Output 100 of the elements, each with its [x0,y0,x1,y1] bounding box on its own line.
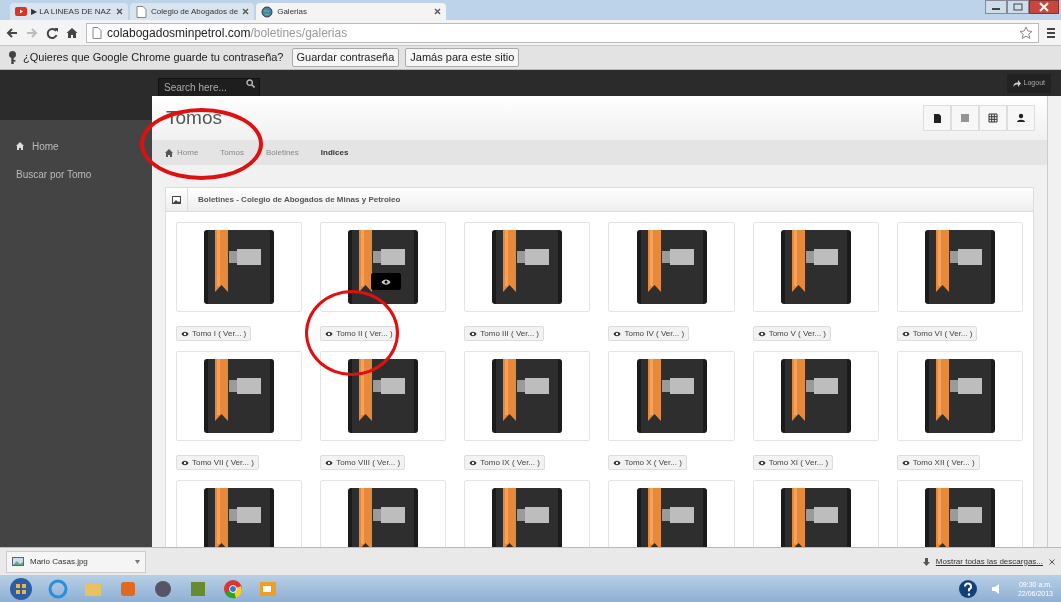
thumbnail-card[interactable] [896,480,1023,547]
thumbnail-card[interactable] [896,351,1023,441]
download-icon [922,557,930,566]
image-icon [172,195,181,204]
view-button[interactable]: Tomo XII ( Ver... ) [896,455,980,470]
view-button[interactable]: Tomo VIII ( Ver... ) [320,455,406,470]
thumbnail-card[interactable] [176,480,303,547]
book-icon [491,358,564,434]
image-file-icon [12,557,24,566]
download-item[interactable]: Mario Casas.jpg [6,550,146,573]
sidebar-item[interactable]: Buscar por Tomo [0,166,152,182]
address-bar[interactable]: colabogadosminpetrol.com/boletines/galerias [86,22,1039,43]
eye-icon [469,459,478,466]
book-icon [923,358,996,434]
close-icon[interactable] [116,8,123,15]
eye-icon [613,459,622,466]
eye-icon [181,330,189,337]
browser-tab[interactable]: ▶ LA LINEAS DE NAZ [10,3,128,20]
document-icon [932,113,942,123]
thumbnail-card[interactable] [176,351,303,441]
thumbnail-card[interactable] [320,480,447,547]
breadcrumb-link[interactable]: Indices [320,146,349,159]
toolbar-button[interactable] [1007,105,1035,131]
view-button[interactable]: Tomo XI ( Ver... ) [752,455,834,470]
home-icon[interactable] [66,26,78,39]
chrome-icon[interactable] [222,577,244,600]
eye-icon [613,330,622,337]
page-title: Tomos [166,105,222,130]
infobar-button[interactable]: Guardar contraseña [291,48,400,67]
reload-icon[interactable] [46,26,58,39]
browser-tab[interactable]: Colegio de Abogados de [130,3,255,20]
toolbar-button[interactable] [979,105,1007,131]
thumbnail-card[interactable] [608,480,735,547]
caret-icon [135,559,140,564]
back-icon[interactable] [6,26,18,39]
view-button[interactable]: Tomo VII ( Ver... ) [176,455,259,470]
view-button[interactable]: Tomo V ( Ver... ) [752,326,831,341]
close-icon[interactable] [242,8,250,15]
toolbar-button[interactable] [923,105,951,131]
thumbnail-card[interactable] [464,351,591,441]
start-button-icon[interactable] [8,576,34,601]
eye-icon [757,459,766,466]
thumbnail-card[interactable] [752,351,879,441]
thumbnail-card[interactable] [320,351,447,441]
book-icon [203,229,276,305]
browser-tab[interactable]: Galerias [256,3,447,20]
thumbnail-card[interactable] [176,222,303,312]
thumbnail-card[interactable] [608,222,735,312]
view-button[interactable]: Tomo IX ( Ver... ) [464,455,545,470]
sidebar-item[interactable]: Home [0,138,152,154]
close-icon[interactable] [1029,0,1059,14]
eye-icon [757,330,766,337]
thumbnail-card[interactable] [896,222,1023,312]
thumbnail-card[interactable] [320,222,447,312]
view-button[interactable]: Tomo I ( Ver... ) [176,326,252,341]
view-button[interactable]: Tomo II ( Ver... ) [320,326,398,341]
page-icon [135,5,147,18]
eye-icon [325,459,334,466]
home-icon [16,142,24,150]
search-icon [246,78,255,88]
book-icon [923,229,996,305]
eye-icon [469,330,478,337]
view-button[interactable]: Tomo IV ( Ver... ) [608,326,690,341]
thumbnail-card[interactable] [464,480,591,547]
book-icon [635,229,708,305]
grid-icon [988,113,998,123]
key-icon [8,50,17,65]
infobar-button[interactable]: Jamás para este sitio [405,48,520,67]
share-arrow-icon [1012,80,1021,87]
book-icon [779,229,852,305]
view-button[interactable]: Tomo III ( Ver... ) [464,326,544,341]
show-all-downloads-link[interactable]: Mostrar todas las descargas... [935,555,1043,568]
infobar-message: ¿Quieres que Google Chrome guarde tu contraseña? [23,50,284,66]
eye-icon [325,330,334,337]
eye-icon [381,277,392,286]
search-field[interactable]: Search here... [158,77,260,97]
help-icon[interactable] [957,578,978,599]
video-icon [15,5,27,18]
star-icon[interactable] [1019,25,1033,40]
book-icon [779,358,852,434]
page-icon [92,26,102,39]
user-icon [1016,113,1026,123]
menu-icon[interactable] [1047,26,1055,39]
close-icon[interactable] [1049,558,1055,565]
view-button[interactable]: Tomo VI ( Ver... ) [896,326,978,341]
minimize-icon[interactable] [985,0,1007,14]
thumbnail-card[interactable] [608,351,735,441]
thumbnail-card[interactable] [752,222,879,312]
thumbnail-card[interactable] [752,480,879,547]
book-icon [203,358,276,434]
eye-icon [901,459,910,466]
close-icon[interactable] [434,8,442,15]
book-icon [491,229,564,305]
url-text: colabogadosminpetrol.com/boletines/galerias [107,24,349,42]
thumbnail-card[interactable] [464,222,591,312]
eye-icon [901,330,910,337]
view-button[interactable]: Tomo X ( Ver... ) [608,455,687,470]
book-icon [635,358,708,434]
home-icon [165,148,173,157]
eye-icon [181,459,189,466]
